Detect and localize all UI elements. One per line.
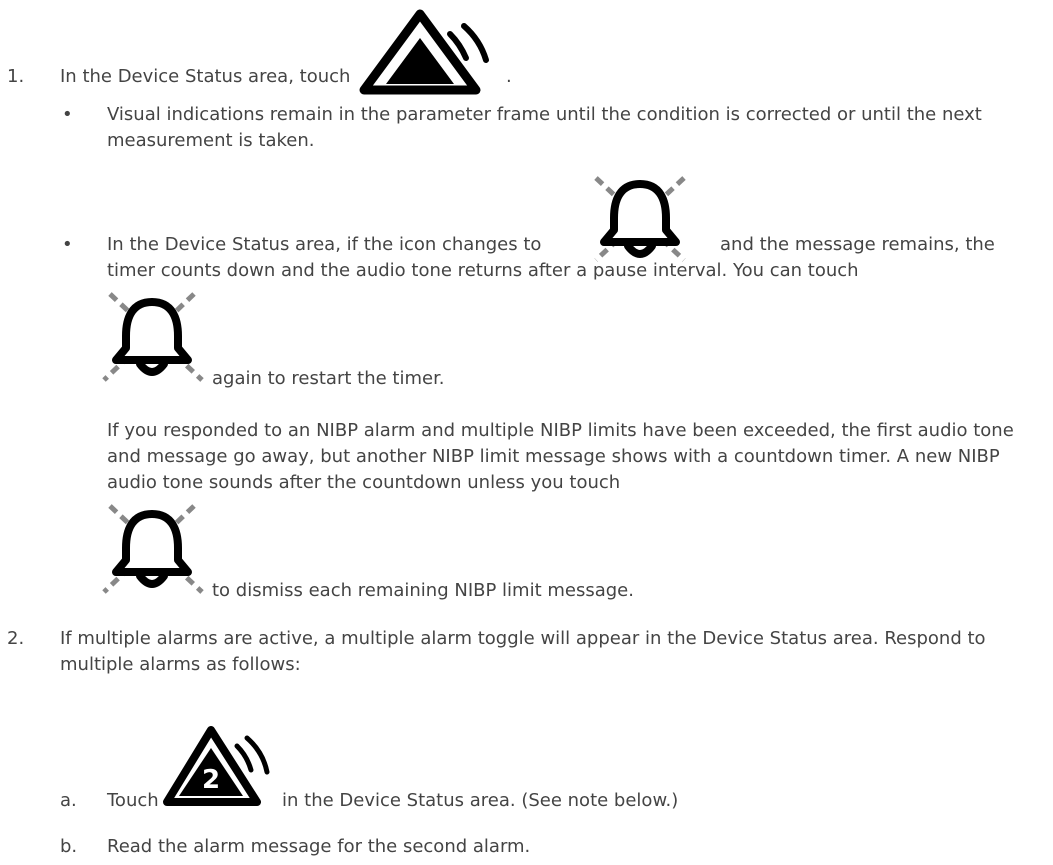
bullet-message-remains-text: and the message remains, the	[720, 234, 995, 255]
bullet-icon-changes-text: In the Device Status area, if the icon c…	[107, 234, 542, 255]
nibp-alarm-paragraph: If you responded to an NIBP alarm and mu…	[107, 420, 1014, 493]
bullet-restart-timer-text: again to restart the timer.	[212, 368, 445, 389]
alarm-toggle-2-icon[interactable]: 2	[163, 722, 275, 812]
alarm-bell-paused-icon[interactable]	[96, 290, 210, 382]
bullet-visual-indications: Visual indications remain in the paramet…	[107, 104, 982, 151]
substep-b-text: Read the alarm message for the second al…	[107, 836, 531, 857]
alarm-toggle-number: 2	[202, 765, 220, 795]
bullet-dismiss-text: to dismiss each remaining NIBP limit mes…	[212, 580, 634, 601]
step-2-text: If multiple alarms are active, a multipl…	[60, 628, 986, 675]
substep-a-marker: a.	[60, 790, 77, 811]
bullet-timer-counts-text: timer counts down and the audio tone ret…	[107, 260, 859, 281]
step-1-intro-end: .	[506, 66, 512, 87]
step-2-number: 2.	[7, 628, 25, 649]
substep-a-touch-text: Touch	[107, 790, 159, 811]
alarm-triangle-icon	[356, 4, 506, 96]
substep-a-status-text: in the Device Status area. (See note bel…	[282, 790, 679, 811]
step-1-intro: In the Device Status area, touch	[60, 66, 351, 87]
bullet-marker: •	[62, 234, 73, 255]
bullet-marker: •	[62, 104, 73, 125]
alarm-bell-paused-icon	[560, 172, 720, 264]
step-1-number: 1.	[7, 66, 25, 87]
substep-b-marker: b.	[60, 836, 78, 857]
alarm-bell-paused-icon[interactable]	[96, 502, 210, 594]
